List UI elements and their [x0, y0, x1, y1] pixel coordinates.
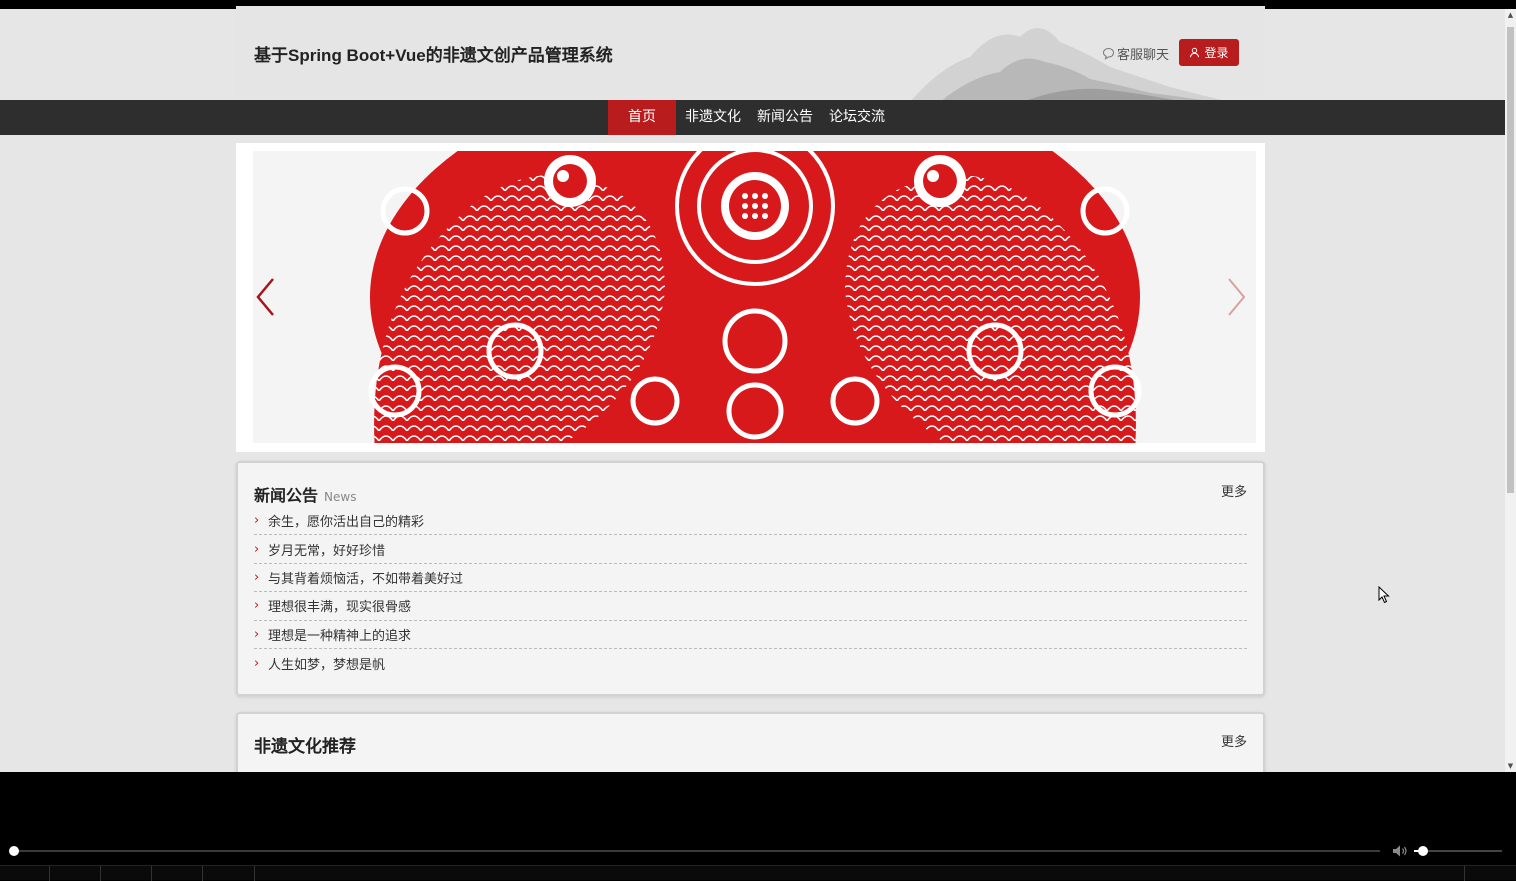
- news-item-title: 岁月无常，好好珍惜: [268, 543, 386, 559]
- news-list-item[interactable]: › 余生，愿你活出自己的精彩: [254, 507, 1247, 536]
- news-list-item[interactable]: › 理想是一种精神上的追求: [254, 621, 1247, 649]
- bottom-strip: [0, 865, 1516, 881]
- site-title: 基于Spring Boot+Vue的非遗文创产品管理系统: [254, 46, 613, 65]
- customer-chat-label: 客服聊天: [1117, 48, 1170, 63]
- news-list-item[interactable]: › 岁月无常，好好珍惜: [254, 535, 1247, 564]
- papercut-fish-image: [368, 151, 1142, 443]
- banner-carousel[interactable]: [253, 151, 1256, 443]
- chevron-right-icon: ›: [254, 598, 260, 614]
- news-item-title: 人生如梦，梦想是帆: [268, 657, 386, 673]
- nav-item-heritage-culture[interactable]: 非遗文化: [679, 100, 747, 135]
- bottom-strip-segment: [152, 866, 203, 881]
- volume-knob[interactable]: [1417, 846, 1428, 856]
- news-subtitle: News: [324, 490, 357, 504]
- user-icon: [1190, 47, 1200, 58]
- scroll-down-icon[interactable]: ▼: [1507, 762, 1514, 770]
- login-button[interactable]: 登录: [1179, 39, 1239, 66]
- page-scrollbar[interactable]: ▲ ▼: [1505, 9, 1516, 772]
- mouse-cursor-icon: [1378, 586, 1390, 604]
- news-item-title: 与其背着烦恼活，不如带着美好过: [268, 571, 464, 587]
- news-panel: 新闻公告 News 更多 › 余生，愿你活出自己的精彩 › 岁月无常，好好珍惜 › 与其…: [236, 461, 1265, 696]
- news-title-text: 新闻公告: [254, 486, 319, 505]
- scroll-up-icon[interactable]: ▲: [1507, 11, 1514, 19]
- nav-item-home[interactable]: 首页: [608, 100, 676, 135]
- news-list-item[interactable]: › 理想很丰满，现实很骨感: [254, 592, 1247, 621]
- news-item-title: 理想是一种精神上的追求: [268, 628, 412, 644]
- progress-track[interactable]: [14, 850, 1380, 852]
- progress-knob[interactable]: [9, 846, 19, 856]
- news-panel-title: 新闻公告 News: [254, 482, 356, 506]
- chevron-right-icon: ›: [254, 513, 260, 529]
- banner-next-icon[interactable]: [1223, 275, 1249, 319]
- news-list-item[interactable]: › 与其背着烦恼活，不如带着美好过: [254, 564, 1247, 593]
- news-item-title: 余生，愿你活出自己的精彩: [268, 515, 425, 531]
- bottom-strip-segment: [1464, 866, 1465, 881]
- chevron-right-icon: ›: [254, 569, 260, 585]
- customer-chat-link[interactable]: 客服聊天: [1102, 44, 1169, 63]
- bottom-strip-segment: [0, 866, 50, 881]
- recommend-panel-title: 非遗文化推荐: [254, 737, 356, 757]
- scrollbar-thumb[interactable]: [1507, 27, 1514, 493]
- login-label: 登录: [1204, 46, 1229, 60]
- video-player-controls: [0, 772, 1516, 881]
- bottom-strip-segment: [203, 866, 255, 881]
- bottom-strip-segment: [50, 866, 101, 881]
- main-navbar: 首页 非遗文化 新闻公告 论坛交流: [0, 100, 1505, 135]
- chevron-right-icon: ›: [254, 626, 260, 642]
- chat-bubble-icon: [1102, 47, 1115, 60]
- recommend-more-link[interactable]: 更多: [1221, 731, 1247, 750]
- news-list-item[interactable]: › 人生如梦，梦想是帆: [254, 649, 1247, 677]
- nav-item-news[interactable]: 新闻公告: [751, 100, 819, 135]
- news-item-title: 理想很丰满，现实很骨感: [268, 600, 412, 616]
- nav-item-forum[interactable]: 论坛交流: [823, 100, 891, 135]
- news-list: › 余生，愿你活出自己的精彩 › 岁月无常，好好珍惜 › 与其背着烦恼活，不如带着美好…: [254, 507, 1247, 677]
- chevron-right-icon: ›: [254, 655, 260, 671]
- banner-prev-icon[interactable]: [253, 275, 279, 319]
- news-more-link[interactable]: 更多: [1221, 481, 1247, 500]
- volume-icon[interactable]: [1392, 844, 1408, 858]
- chevron-right-icon: ›: [254, 541, 260, 557]
- bottom-strip-segment: [101, 866, 152, 881]
